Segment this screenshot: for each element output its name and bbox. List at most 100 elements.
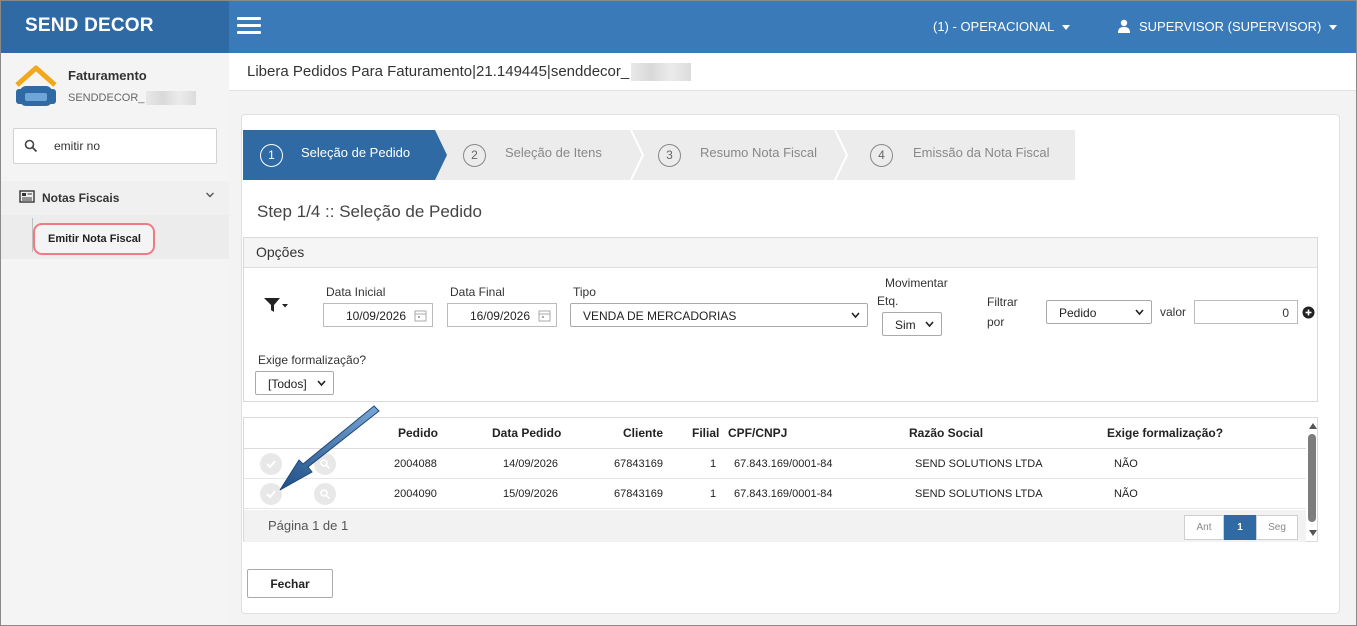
cell-pedido: 2004088 [394, 458, 437, 470]
top-bar: SEND DECOR (1) - OPERACIONAL SUPERVISOR … [1, 1, 1356, 53]
options-title: Opções [256, 244, 305, 260]
scroll-down-icon[interactable] [1309, 530, 1317, 536]
valor-value: 0 [1282, 306, 1289, 320]
exige-select[interactable]: [Todos] [255, 371, 334, 395]
cell-data-pedido: 15/09/2026 [503, 488, 559, 500]
chevron-down-icon [925, 321, 934, 328]
cell-exige-formalizacao: NÃO [1114, 458, 1138, 470]
cell-cpf-cnpj: 67.843.169/0001-84 [734, 488, 833, 500]
table-row[interactable]: 2004088 14/09/2026 67843169 1 67.843.169… [244, 449, 1306, 479]
column-header[interactable]: CPF/CNPJ [728, 426, 787, 440]
tipo-select[interactable]: VENDA DE MERCADORIAS [570, 303, 868, 327]
search-icon [24, 139, 38, 153]
sidebar-item-emitir-nota-fiscal[interactable]: Emitir Nota Fiscal [33, 223, 155, 255]
movimentar-label-etq: Etq. [877, 294, 899, 308]
data-inicial-input[interactable]: 10/09/2026 [323, 303, 433, 327]
pager-prev-button[interactable]: Ant [1184, 515, 1224, 540]
data-inicial-value: 10/09/2026 [345, 309, 406, 323]
calendar-icon[interactable] [538, 309, 551, 322]
exige-value: [Todos] [268, 377, 307, 391]
data-inicial-label: Data Inicial [326, 285, 386, 299]
scroll-thumb[interactable] [1308, 434, 1316, 522]
filtrar-select[interactable]: Pedido [1046, 300, 1152, 324]
valor-input[interactable]: 0 [1194, 300, 1298, 324]
page-header: Libera Pedidos Para Faturamento|21.14944… [229, 53, 1356, 91]
brand-logo[interactable]: SEND DECOR [1, 1, 229, 53]
module-header: Faturamento SENDDECOR_ [1, 53, 229, 119]
cell-filial: 1 [710, 458, 717, 470]
column-header[interactable]: Pedido [398, 426, 438, 440]
filtrar-label: Filtrar [987, 295, 1018, 309]
wizard-step-4[interactable]: 4 Emissão da Nota Fiscal [841, 130, 1075, 180]
sofa-logo-icon [15, 65, 57, 106]
column-header[interactable]: Exige formalização? [1107, 426, 1223, 440]
menu-search[interactable] [13, 128, 217, 164]
sidebar-section-notas-fiscais[interactable]: Notas Fiscais [1, 181, 229, 215]
chevron-down-icon [1062, 25, 1071, 31]
options-header: Opções [244, 238, 1317, 268]
profile-menu-label: (1) - OPERACIONAL [933, 19, 1055, 34]
menu-toggle-icon[interactable] [237, 17, 261, 35]
step-title: Step 1/4 :: Seleção de Pedido [257, 202, 482, 221]
cell-data-pedido: 14/09/2026 [503, 458, 559, 470]
step-label: Seleção de Itens [505, 145, 602, 160]
movimentar-select[interactable]: Sim [882, 312, 942, 336]
column-header[interactable]: Data Pedido [492, 426, 561, 440]
page-title: Libera Pedidos Para Faturamento|21.14944… [247, 63, 692, 82]
chevron-down-icon [317, 380, 326, 387]
tipo-label: Tipo [573, 285, 596, 299]
pager-page-1-button[interactable]: 1 [1224, 515, 1256, 540]
chevron-down-icon [206, 192, 214, 198]
chevron-down-icon [851, 312, 860, 319]
column-header[interactable]: Filial [692, 426, 719, 440]
wizard-step-3[interactable]: 3 Resumo Nota Fiscal [637, 130, 841, 180]
filter-icon[interactable] [263, 296, 289, 314]
main-content: Libera Pedidos Para Faturamento|21.14944… [229, 53, 1356, 625]
step-label: Resumo Nota Fiscal [700, 145, 818, 160]
options-box: Opções Data Inicial 10/09/2026 Data Fina… [243, 237, 1318, 402]
search-input[interactable] [54, 137, 209, 155]
add-filter-icon[interactable] [1302, 306, 1315, 319]
table-scrollbar[interactable] [1307, 418, 1318, 541]
filtrar-value: Pedido [1059, 306, 1097, 320]
select-check-icon[interactable] [260, 453, 282, 475]
scroll-up-icon[interactable] [1309, 423, 1317, 429]
view-details-icon[interactable] [314, 453, 336, 475]
step-number: 3 [658, 144, 681, 167]
user-menu[interactable]: SUPERVISOR (SUPERVISOR) [1117, 19, 1338, 34]
company-name: SENDDECOR_ [68, 91, 197, 105]
data-final-value: 16/09/2026 [469, 309, 530, 323]
select-check-icon[interactable] [260, 483, 282, 505]
calendar-icon[interactable] [414, 309, 427, 322]
view-details-icon[interactable] [314, 483, 336, 505]
wizard-step-2[interactable]: 2 Seleção de Itens [447, 130, 637, 180]
chevron-down-icon [1329, 25, 1338, 31]
wizard-step-1[interactable]: 1 Seleção de Pedido [243, 130, 447, 180]
movimentar-value: Sim [895, 318, 916, 332]
cell-razao-social: SEND SOLUTIONS LTDA [915, 458, 1043, 470]
sidebar: Faturamento SENDDECOR_ Notas Fiscais Emi… [1, 53, 229, 625]
cell-razao-social: SEND SOLUTIONS LTDA [915, 488, 1043, 500]
table-header: Pedido Data Pedido Cliente Filial CPF/CN… [244, 418, 1306, 449]
cell-cliente: 67843169 [614, 488, 663, 500]
column-header[interactable]: Cliente [623, 426, 663, 440]
newspaper-icon [19, 190, 35, 203]
step-number: 4 [870, 144, 893, 167]
wizard-panel: 1 Seleção de Pedido 2 Seleção de Itens 3… [241, 114, 1340, 614]
close-button[interactable]: Fechar [247, 569, 333, 598]
step-number: 2 [463, 144, 486, 167]
cell-cliente: 67843169 [614, 458, 663, 470]
cell-exige-formalizacao: NÃO [1114, 488, 1138, 500]
exige-label: Exige formalização? [258, 353, 367, 367]
sidebar-item-label: Emitir Nota Fiscal [48, 233, 141, 245]
step-label: Emissão da Nota Fiscal [913, 145, 1050, 160]
data-final-input[interactable]: 16/09/2026 [447, 303, 557, 327]
step-number: 1 [260, 144, 283, 167]
cell-pedido: 2004090 [394, 488, 437, 500]
movimentar-label: Movimentar [885, 276, 948, 290]
profile-menu[interactable]: (1) - OPERACIONAL [933, 19, 1071, 34]
table-row[interactable]: 2004090 15/09/2026 67843169 1 67.843.169… [244, 479, 1306, 509]
column-header[interactable]: Razão Social [909, 426, 983, 440]
pager-next-button[interactable]: Seg [1256, 515, 1298, 540]
data-final-label: Data Final [450, 285, 505, 299]
